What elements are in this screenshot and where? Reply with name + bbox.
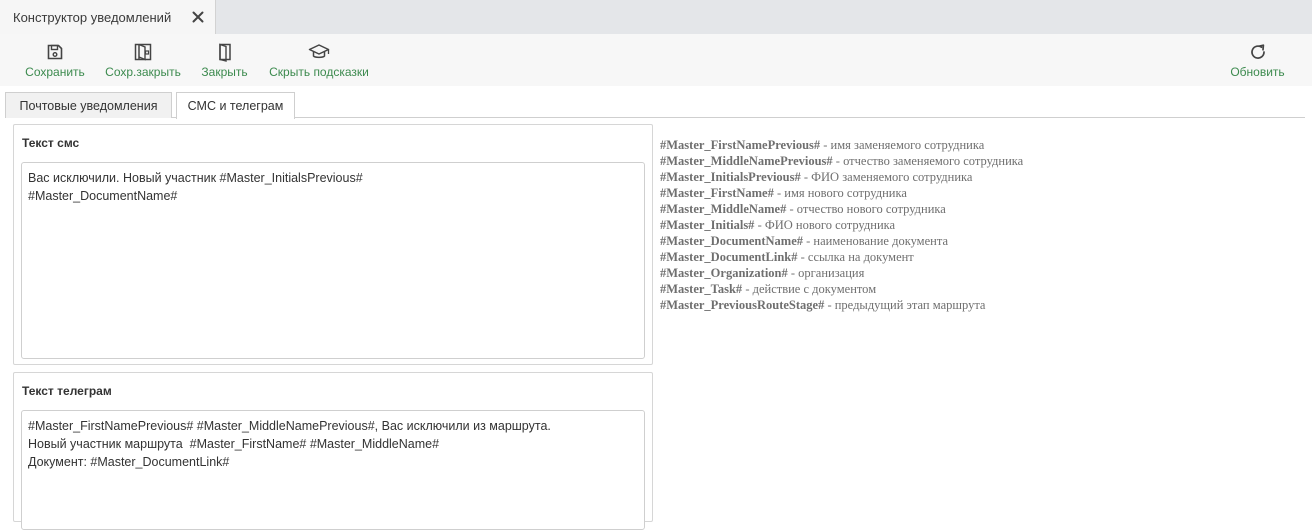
- hint-key: #Master_InitialsPrevious#: [660, 170, 801, 184]
- hint-row: #Master_MiddleName# - отчество нового со…: [660, 201, 1300, 217]
- hint-desc: - отчество нового сотрудника: [786, 202, 946, 216]
- save-close-label: Сохр.закрыть: [105, 65, 181, 79]
- document-tab[interactable]: Конструктор уведомлений: [0, 0, 216, 34]
- tab-sms-label: СМС и телеграм: [187, 99, 284, 113]
- hint-row: #Master_Organization# - организация: [660, 265, 1300, 281]
- save-close-icon: [133, 41, 153, 63]
- save-label: Сохранить: [25, 65, 85, 79]
- hint-desc: - имя заменяемого сотрудника: [820, 138, 985, 152]
- save-button[interactable]: Сохранить: [25, 34, 85, 86]
- telegram-title: Текст телеграм: [22, 384, 112, 398]
- hint-row: #Master_Initials# - ФИО нового сотрудник…: [660, 217, 1300, 233]
- tab-sms-telegram[interactable]: СМС и телеграм: [176, 92, 295, 119]
- hint-row: #Master_InitialsPrevious# - ФИО заменяем…: [660, 169, 1300, 185]
- save-close-button[interactable]: Сохр.закрыть: [105, 34, 181, 86]
- hide-hints-label: Скрыть подсказки: [269, 65, 369, 79]
- telegram-group: Текст телеграм #Master_FirstNamePrevious…: [13, 372, 653, 530]
- close-button[interactable]: Закрыть: [200, 34, 249, 86]
- placeholder-hints: #Master_FirstNamePrevious# - имя заменяе…: [660, 137, 1300, 313]
- tab-email-label: Почтовые уведомления: [19, 98, 158, 113]
- hint-key: #Master_MiddleNamePrevious#: [660, 154, 833, 168]
- hint-desc: - ссылка на документ: [797, 250, 914, 264]
- hint-row: #Master_FirstName# - имя нового сотрудни…: [660, 185, 1300, 201]
- hint-key: #Master_Task#: [660, 282, 743, 296]
- graduation-cap-icon: [308, 41, 330, 63]
- hint-row: #Master_MiddleNamePrevious# - отчество з…: [660, 153, 1300, 169]
- hint-key: #Master_FirstNamePrevious#: [660, 138, 821, 152]
- refresh-label: Обновить: [1230, 65, 1285, 79]
- document-tab-title: Конструктор уведомлений: [13, 9, 172, 25]
- hint-key: #Master_Initials#: [660, 218, 755, 232]
- tab-email-notifications[interactable]: Почтовые уведомления: [5, 92, 172, 118]
- hint-desc: - имя нового сотрудника: [773, 186, 907, 200]
- hint-key: #Master_PreviousRouteStage#: [660, 298, 825, 312]
- close-label: Закрыть: [201, 65, 248, 79]
- hint-key: #Master_DocumentLink#: [660, 250, 798, 264]
- hint-row: #Master_FirstNamePrevious# - имя заменяе…: [660, 137, 1300, 153]
- sms-text-input[interactable]: Вас исключили. Новый участник #Master_In…: [21, 162, 645, 359]
- hint-row: #Master_PreviousRouteStage# - предыдущий…: [660, 297, 1300, 313]
- hint-desc: - предыдущий этап маршрута: [824, 298, 986, 312]
- refresh-button[interactable]: Обновить: [1229, 34, 1286, 86]
- notification-tabs: Почтовые уведомления СМС и телеграм: [5, 86, 1305, 119]
- sms-title: Текст смс: [22, 136, 80, 150]
- hint-desc: - ФИО нового сотрудника: [754, 218, 896, 232]
- hint-row: #Master_Task# - действие с документом: [660, 281, 1300, 297]
- hint-desc: - организация: [787, 266, 865, 280]
- telegram-text-input[interactable]: #Master_FirstNamePrevious# #Master_Middl…: [21, 410, 645, 530]
- document-tab-bar: Конструктор уведомлений: [0, 0, 1312, 34]
- save-icon: [46, 41, 64, 63]
- door-icon: [217, 41, 233, 63]
- sms-group: Текст смс Вас исключили. Новый участник …: [13, 124, 653, 365]
- hint-desc: - наименование документа: [803, 234, 948, 248]
- hint-desc: - отчество заменяемого сотрудника: [832, 154, 1024, 168]
- hint-key: #Master_Organization#: [660, 266, 788, 280]
- hint-desc: - ФИО заменяемого сотрудника: [800, 170, 973, 184]
- hint-row: #Master_DocumentLink# - ссылка на докуме…: [660, 249, 1300, 265]
- toolbar: Сохранить Сохр.закрыть Закрыть Скрыть по…: [0, 34, 1312, 86]
- hint-key: #Master_MiddleName#: [660, 202, 787, 216]
- hint-desc: - действие с документом: [742, 282, 877, 296]
- hint-key: #Master_DocumentName#: [660, 234, 804, 248]
- hide-hints-button[interactable]: Скрыть подсказки: [268, 34, 370, 86]
- hint-row: #Master_DocumentName# - наименование док…: [660, 233, 1300, 249]
- hint-key: #Master_FirstName#: [660, 186, 774, 200]
- close-icon[interactable]: [190, 8, 206, 26]
- refresh-icon: [1248, 41, 1268, 63]
